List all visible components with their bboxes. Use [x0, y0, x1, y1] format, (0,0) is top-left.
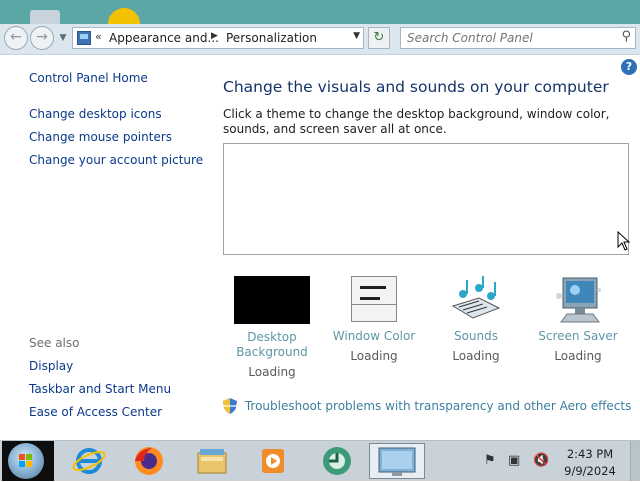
mouse-cursor-icon	[617, 230, 631, 254]
back-arrow-icon: ←	[10, 29, 22, 45]
troubleshoot-link[interactable]: Troubleshoot problems with transparency …	[245, 399, 632, 413]
change-mouse-pointers-link[interactable]: Change mouse pointers	[29, 130, 172, 144]
breadcrumb-arrow-icon[interactable]: ▶	[211, 31, 218, 41]
navigation-bar: ← → ▼ « Appearance and... ▶ Personalizat…	[0, 24, 640, 55]
taskbar: ⚑ ▣ 🔇 2:43 PM 9/9/2024	[0, 440, 640, 481]
screen-saver-status: Loading	[554, 349, 602, 363]
chevron-double-left-icon[interactable]: «	[95, 30, 102, 43]
help-icon[interactable]: ?	[621, 59, 637, 75]
file-explorer-taskbar-button[interactable]	[193, 443, 231, 479]
firefox-taskbar-button[interactable]	[130, 443, 168, 479]
troubleshoot-link-row[interactable]: Troubleshoot problems with transparency …	[223, 398, 631, 414]
sounds-item[interactable]: Sounds Loading	[446, 276, 506, 363]
media-player-icon	[262, 449, 284, 473]
window-color-item[interactable]: Window Color Loading	[332, 276, 416, 363]
search-box[interactable]: ⚲	[400, 27, 636, 49]
internet-explorer-taskbar-button[interactable]	[70, 443, 108, 479]
network-icon[interactable]: ▣	[508, 453, 520, 468]
sounds-label[interactable]: Sounds	[446, 329, 506, 344]
screen-saver-label[interactable]: Screen Saver	[538, 329, 618, 344]
back-button[interactable]: ←	[4, 26, 28, 50]
search-icon[interactable]: ⚲	[621, 29, 631, 44]
control-panel-taskbar-button[interactable]	[318, 443, 356, 479]
see-also-heading: See also	[29, 336, 80, 350]
desktop-background-item[interactable]: Desktop Background Loading	[232, 276, 312, 379]
display-link[interactable]: Display	[29, 359, 73, 373]
breadcrumb-appearance[interactable]: Appearance and...	[109, 31, 219, 45]
control-panel-icon	[77, 31, 91, 45]
action-center-flag-icon[interactable]: ⚑	[484, 453, 496, 468]
desktop-background-label-1[interactable]: Desktop	[232, 330, 312, 345]
file-explorer-icon	[197, 449, 227, 474]
ease-of-access-link[interactable]: Ease of Access Center	[29, 405, 162, 419]
desktop-background-thumbnail[interactable]	[234, 276, 310, 324]
firefox-icon	[135, 447, 163, 475]
address-bar[interactable]: « Appearance and... ▶ Personalization ▼	[72, 27, 364, 49]
personalization-icon	[378, 447, 416, 476]
desktop-background-status: Loading	[248, 365, 296, 379]
window-title-strip	[0, 0, 640, 24]
show-desktop-button[interactable]	[630, 441, 640, 481]
window-color-icon[interactable]	[351, 276, 397, 322]
sounds-icon[interactable]	[449, 276, 503, 324]
address-dropdown-icon[interactable]: ▼	[353, 31, 360, 41]
media-player-taskbar-button[interactable]	[254, 443, 292, 479]
start-button[interactable]	[2, 441, 54, 481]
forward-button[interactable]: →	[30, 26, 54, 50]
clock-date: 9/9/2024	[564, 464, 616, 478]
window-color-label[interactable]: Window Color	[332, 329, 416, 344]
internet-explorer-icon	[72, 448, 106, 474]
background-window-icon	[108, 8, 140, 24]
shield-icon	[223, 398, 237, 414]
refresh-button[interactable]: ↻	[368, 27, 390, 49]
personalization-taskbar-button[interactable]	[369, 443, 425, 479]
taskbar-start-menu-link[interactable]: Taskbar and Start Menu	[29, 382, 171, 396]
recent-pages-dropdown[interactable]: ▼	[57, 28, 69, 48]
control-panel-home-link[interactable]: Control Panel Home	[29, 71, 148, 85]
refresh-icon: ↻	[373, 30, 385, 45]
window-color-status: Loading	[350, 349, 398, 363]
page-title: Change the visuals and sounds on your co…	[223, 78, 609, 96]
clock-time: 2:43 PM	[566, 447, 614, 461]
search-input[interactable]	[407, 31, 597, 45]
breadcrumb-personalization[interactable]: Personalization	[226, 31, 317, 45]
control-panel-icon	[323, 447, 351, 475]
screen-saver-item[interactable]: Screen Saver Loading	[538, 276, 618, 363]
change-account-picture-link[interactable]: Change your account picture	[29, 153, 203, 167]
volume-muted-icon[interactable]: 🔇	[533, 453, 549, 468]
desktop-background-label-2[interactable]: Background	[232, 345, 312, 360]
theme-list[interactable]	[223, 143, 629, 255]
change-desktop-icons-link[interactable]: Change desktop icons	[29, 107, 162, 121]
forward-arrow-icon: →	[36, 29, 48, 45]
sounds-status: Loading	[452, 349, 500, 363]
windows-flag-icon	[19, 454, 32, 467]
screen-saver-icon[interactable]	[551, 276, 605, 324]
page-description: Click a theme to change the desktop back…	[223, 107, 610, 136]
system-clock[interactable]: 2:43 PM 9/9/2024	[558, 446, 622, 480]
background-window-tab	[30, 10, 60, 24]
